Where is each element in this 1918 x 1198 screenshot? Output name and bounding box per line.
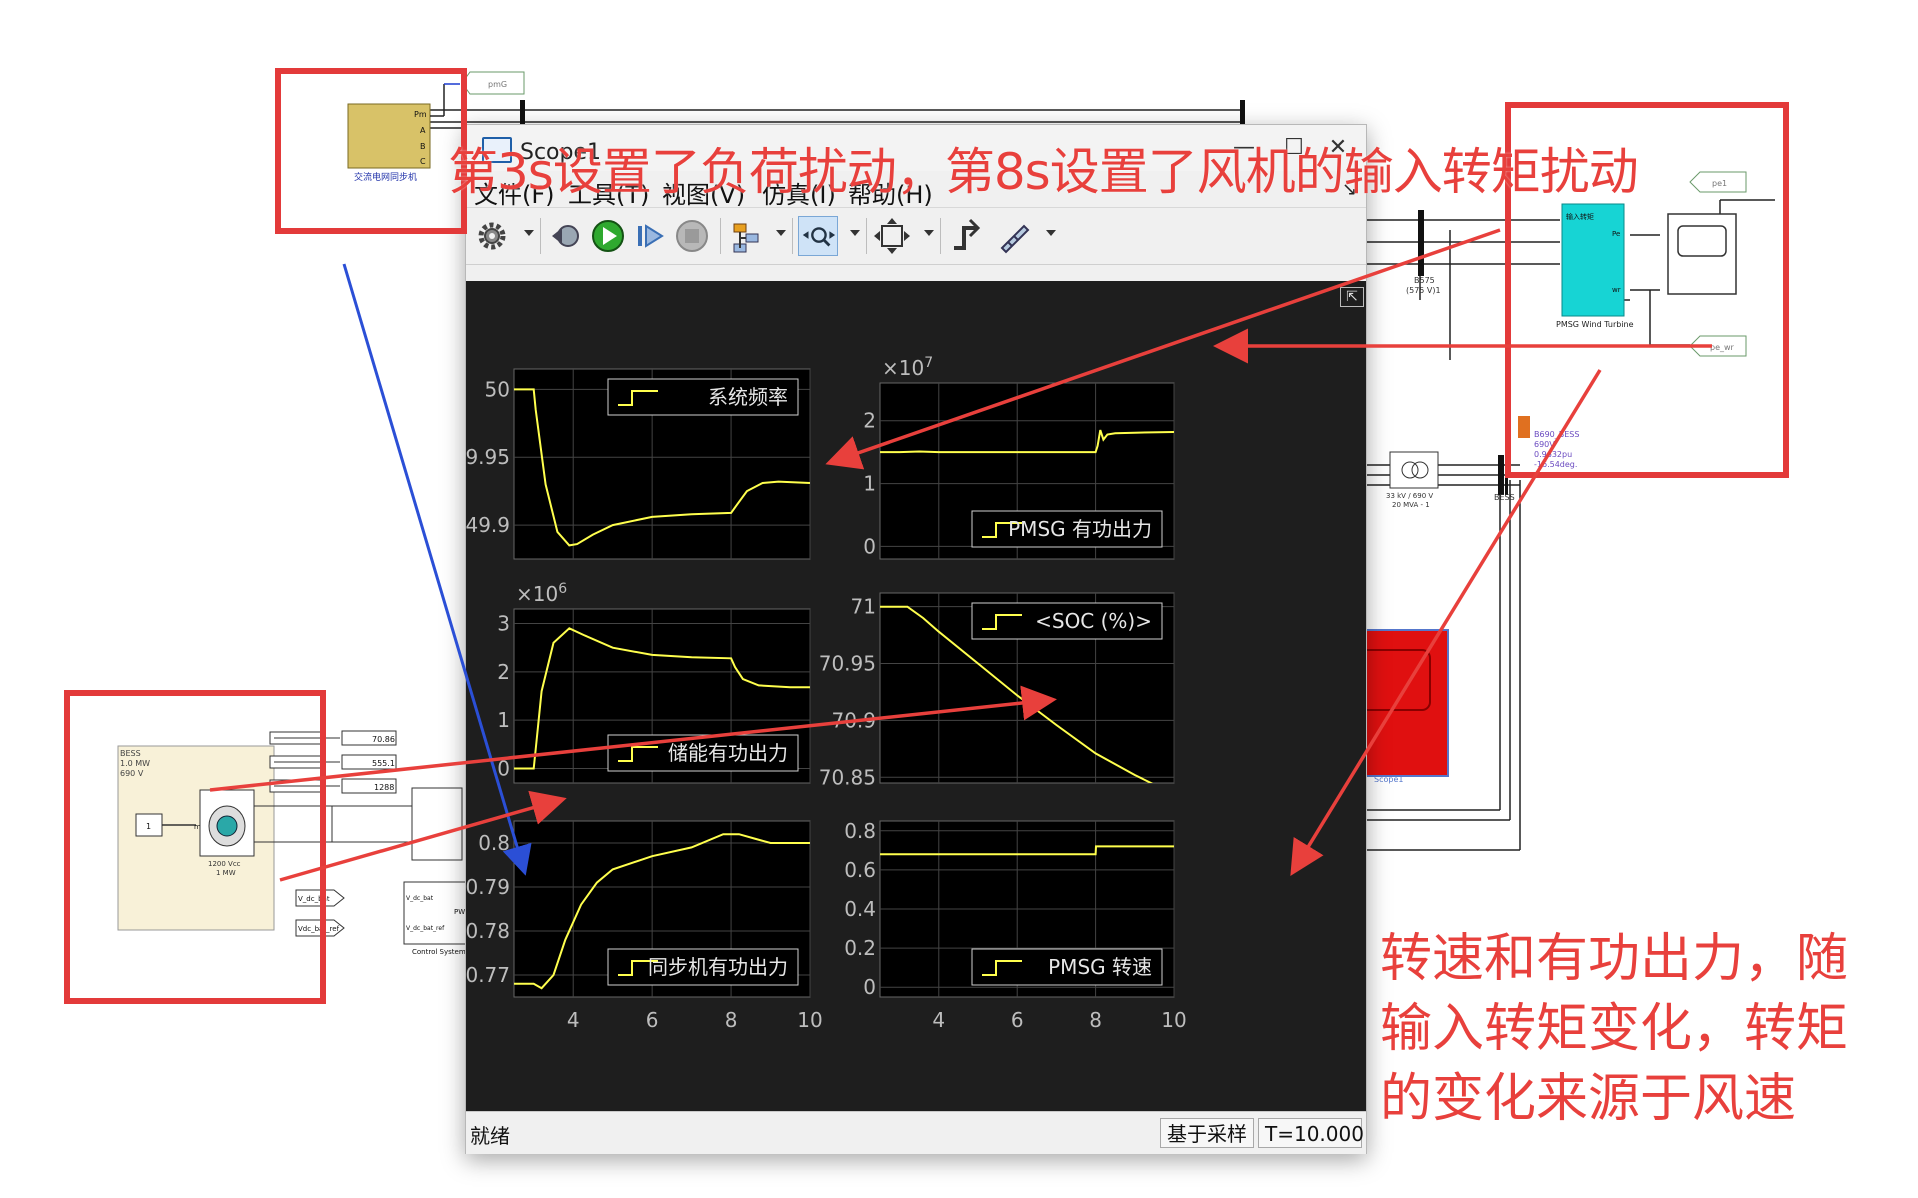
scope-axes-6[interactable]: 4 6 8 10 0.77 0.78 0.79 0.8 同步机有功出力	[465, 820, 823, 1032]
scope-axes-2[interactable]: 0 1 2 ×107 PMSG 有功出力	[863, 355, 1175, 560]
annotation-box-bess	[64, 690, 326, 1004]
display-value-2: 555.1	[372, 759, 395, 768]
legend-box[interactable]: 储能有功出力	[607, 734, 799, 772]
ctrl-out: PW	[454, 908, 465, 916]
scope-axes-5[interactable]: 4 6 8 10 0 0.2 0.4 0.6 0.8 PMSG 转速	[844, 819, 1187, 1032]
y-tick-label: 70.85	[819, 765, 876, 789]
legend-box[interactable]: PMSG 转速	[971, 948, 1163, 986]
ctrl-port2: V_dc_bat_ref	[406, 925, 445, 932]
run-icon[interactable]	[588, 216, 628, 256]
scope-window[interactable]: Scope1 — ☐ ✕ 文件(F) 工具(T) 视图(V) 仿真(I) 帮助(…	[453, 124, 1367, 1154]
y-tick-label: 70.95	[819, 652, 876, 676]
x-tick-label: 4	[567, 1008, 580, 1032]
legend-box[interactable]: 同步机有功出力	[607, 948, 799, 986]
y-tick-label: 0.6	[844, 858, 876, 882]
x-tick-label: 10	[797, 1008, 822, 1032]
y-tick-label: 0.4	[844, 897, 876, 921]
legend-box[interactable]: <SOC (%)>	[971, 602, 1163, 640]
x-tick-label: 6	[646, 1008, 659, 1032]
fit-icon[interactable]	[872, 216, 912, 256]
x-tick-label: 4	[932, 1008, 945, 1032]
scope-plot-area[interactable]: 49.9 49.95 50 系统频率 0 1 2 ×107 PMSG 有功出力 70.85 70.9…	[453, 281, 1366, 1111]
scope-axes-4[interactable]: 0 1 2 3×106 储能有功出力	[497, 581, 811, 784]
legend-label: 储能有功出力	[668, 741, 788, 765]
x-tick-label: 8	[725, 1008, 738, 1032]
status-sample-mode: 基于采样	[1160, 1118, 1254, 1148]
bus-b575-label: B575	[1414, 276, 1435, 285]
annotation-speed-text: 转速和有功出力，随 输入转矩变化，转矩 的变化来源于风速	[1380, 924, 1900, 1134]
legend-box[interactable]: 系统频率	[607, 378, 799, 416]
zoom-icon[interactable]	[798, 216, 838, 256]
y-tick-label: 71	[851, 595, 876, 619]
x-tick-label: 8	[1089, 1008, 1102, 1032]
legend-label: PMSG 转速	[1048, 955, 1152, 979]
legend-box[interactable]: PMSG 有功出力	[971, 510, 1163, 548]
settings-dropdown-icon[interactable]	[524, 230, 534, 236]
legend-label: <SOC (%)>	[1035, 609, 1152, 633]
trigger-icon[interactable]	[948, 216, 988, 256]
ctrl-port1: V_dc_bat	[406, 895, 434, 902]
scope-toolbar	[466, 207, 1366, 265]
fit-dropdown-icon[interactable]	[924, 230, 934, 236]
legend-label: 同步机有功出力	[648, 955, 788, 979]
bess-bus-label: BESS	[1494, 493, 1515, 502]
scope-axes-1[interactable]: 49.9 49.95 50 系统频率	[453, 368, 811, 560]
undock-icon[interactable]: ⇱	[1340, 287, 1364, 307]
status-time: T=10.000	[1258, 1118, 1364, 1148]
annotation-disturbance-text: 第3s设置了负荷扰动，第8s设置了风机的输入转矩扰动	[448, 143, 1639, 201]
x-tick-label: 6	[1011, 1008, 1024, 1032]
y-tick-label: 3	[497, 612, 510, 636]
scope-axes-3[interactable]: 70.85 70.9 70.95 71 <SOC (%)>	[819, 592, 1175, 794]
status-ready: 就绪	[470, 1124, 510, 1148]
y-tick-label: 0.8	[844, 819, 876, 843]
y-tick-label: 49.9	[466, 513, 510, 537]
signal-dropdown-icon[interactable]	[776, 230, 786, 236]
scope1-block-label: Scope1	[1374, 775, 1403, 784]
y-tick-label: 0.77	[466, 963, 510, 987]
gear-icon[interactable]	[472, 216, 512, 256]
scope-statusbar: 就绪 基于采样 T=10.000	[466, 1111, 1366, 1154]
y-tick-label: 0.2	[844, 936, 876, 960]
annotation-line-3: 的变化来源于风速	[1380, 1069, 1797, 1129]
legend-label: PMSG 有功出力	[1008, 517, 1152, 541]
display-value-1: 70.86	[372, 735, 395, 744]
goto-pmg-label: pmG	[488, 80, 507, 89]
measure-dropdown-icon[interactable]	[1046, 230, 1056, 236]
y-tick-label: 0	[497, 757, 510, 781]
y-tick-label: 0.8	[478, 831, 510, 855]
display-value-3: 1288	[374, 783, 394, 792]
x-tick-label: 10	[1161, 1008, 1186, 1032]
y-exponent-label: ×107	[882, 355, 933, 380]
y-tick-label: 70.9	[831, 708, 876, 732]
annotation-line-2: 输入转矩变化，转矩	[1380, 999, 1849, 1059]
y-tick-label: 1	[863, 472, 876, 496]
annotation-line-1: 转速和有功出力，随	[1380, 929, 1849, 989]
scope-plots[interactable]: 49.9 49.95 50 系统频率 0 1 2 ×107 PMSG 有功出力 70.85 70.9…	[453, 281, 1366, 1111]
transformer-power: 20 MVA - 1	[1392, 501, 1430, 509]
y-tick-label: 1	[497, 708, 510, 732]
signal-select-icon[interactable]	[726, 216, 766, 256]
y-tick-label: 0.78	[466, 919, 510, 943]
y-tick-label: 50	[485, 377, 510, 401]
goto-pmg[interactable]: pmG	[461, 71, 525, 95]
step-back-icon[interactable]	[546, 216, 586, 256]
y-tick-label: 0	[863, 534, 876, 558]
y-tick-label: 0	[863, 975, 876, 999]
measure-icon[interactable]	[994, 216, 1034, 256]
step-forward-icon[interactable]	[630, 216, 670, 256]
stop-icon[interactable]	[672, 216, 712, 256]
legend-label: 系统频率	[708, 385, 788, 409]
y-exponent-label: ×106	[516, 581, 567, 606]
zoom-dropdown-icon[interactable]	[850, 230, 860, 236]
transformer-rating: 33 kV / 690 V	[1386, 492, 1433, 500]
y-tick-label: 2	[497, 660, 510, 684]
annotation-box-sync-machine	[275, 68, 467, 234]
y-tick-label: 2	[863, 409, 876, 433]
y-tick-label: 0.79	[466, 875, 510, 899]
y-tick-label: 49.95	[466, 445, 510, 469]
ctrl-label: Control System	[412, 948, 466, 956]
bus-b575-voltage: (575 V)1	[1406, 286, 1441, 295]
transformer-block[interactable]: 33 kV / 690 V 20 MVA - 1	[1386, 451, 1439, 509]
